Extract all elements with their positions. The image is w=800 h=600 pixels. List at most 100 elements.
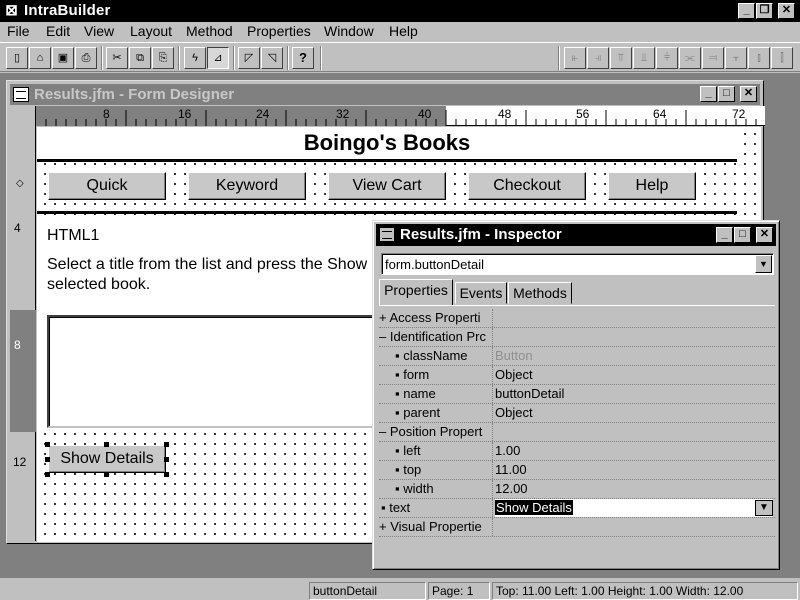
property-row-selected[interactable]: ▪ text Show Details ▼: [379, 499, 775, 518]
toolbar-separator: [233, 46, 235, 70]
selection-handle[interactable]: [45, 457, 50, 462]
paste-icon[interactable]: ⎘: [152, 47, 174, 69]
space-vertical-icon[interactable]: ⫿: [771, 47, 793, 69]
app-title: IntraBuilder: [24, 2, 111, 19]
selection-handle[interactable]: [104, 472, 109, 477]
inspector-minimize-button[interactable]: _: [716, 227, 733, 243]
property-value: [495, 518, 773, 536]
close-button[interactable]: ✕: [778, 3, 795, 19]
save-disk-icon[interactable]: ▣: [52, 47, 74, 69]
property-row[interactable]: ▪ top 11.00: [379, 461, 775, 480]
menu-properties[interactable]: Properties: [247, 23, 311, 39]
menu-view[interactable]: View: [84, 23, 114, 39]
property-row[interactable]: ▪ form Object: [379, 366, 775, 385]
inspector-grid-icon[interactable]: [379, 227, 395, 242]
tab-events[interactable]: Events: [455, 282, 507, 304]
align-right-icon[interactable]: ⫣: [587, 47, 609, 69]
designer-close-button[interactable]: ✕: [740, 86, 757, 102]
property-row[interactable]: – Identification Prc: [379, 328, 775, 347]
results-listbox[interactable]: [47, 315, 381, 428]
show-details-button[interactable]: Show Details: [48, 445, 166, 473]
property-row[interactable]: ▪ className Button: [379, 347, 775, 366]
align-bottom-icon[interactable]: ⫫: [633, 47, 655, 69]
property-row[interactable]: + Access Properti: [379, 309, 775, 328]
keyword-button[interactable]: Keyword: [188, 172, 306, 200]
app-window: ⊠ IntraBuilder _ ❐ ✕ File Edit View Layo…: [0, 0, 800, 600]
ruler-label: 8: [103, 107, 110, 121]
designer-maximize-button[interactable]: □: [718, 86, 735, 102]
open-folder-icon[interactable]: ⌂: [29, 47, 51, 69]
object-selector[interactable]: form.buttonDetail ▼: [381, 253, 774, 275]
align-top-icon[interactable]: ⫪: [610, 47, 632, 69]
minimize-button[interactable]: _: [738, 3, 755, 19]
nav-rule[interactable]: [37, 211, 737, 214]
help-icon[interactable]: ?: [292, 47, 314, 69]
chevron-down-icon[interactable]: ▼: [755, 255, 772, 273]
menu-method[interactable]: Method: [186, 23, 233, 39]
property-grid[interactable]: + Access Properti – Identification Prc ▪…: [379, 305, 775, 537]
property-value[interactable]: Show Details: [495, 500, 573, 515]
selection-handle[interactable]: [164, 472, 169, 477]
menu-help[interactable]: Help: [389, 23, 418, 39]
run-lightning-icon[interactable]: ϟ: [184, 47, 206, 69]
tab-methods[interactable]: Methods: [508, 282, 572, 304]
next-page-icon[interactable]: ◹: [261, 47, 283, 69]
property-value: [495, 423, 773, 441]
selection-handle[interactable]: [164, 457, 169, 462]
ruler-label: 40: [418, 107, 432, 121]
selection-handle[interactable]: [164, 442, 169, 447]
app-icon[interactable]: ⊠: [3, 3, 20, 19]
selection-handle[interactable]: [104, 442, 109, 447]
quick-button[interactable]: Quick: [48, 172, 166, 200]
center-horizontal-icon[interactable]: ⫘: [679, 47, 701, 69]
restore-button[interactable]: ❐: [756, 3, 773, 19]
toolbar-separator: [287, 46, 289, 70]
property-row[interactable]: + Visual Propertie: [379, 518, 775, 537]
property-row[interactable]: – Position Propert: [379, 423, 775, 442]
inspector-close-button[interactable]: ✕: [756, 227, 773, 243]
object-selector-value: form.buttonDetail: [385, 257, 484, 272]
view-cart-button[interactable]: View Cart: [328, 172, 446, 200]
app-titlebar[interactable]: ⊠ IntraBuilder _ ❐ ✕: [0, 0, 800, 22]
previous-page-icon[interactable]: ◸: [238, 47, 260, 69]
inspector-titlebar[interactable]: Results.jfm - Inspector _ □ ✕: [376, 224, 776, 246]
designer-titlebar[interactable]: Results.jfm - Form Designer _ □ ✕: [10, 84, 760, 105]
property-row[interactable]: ▪ left 1.00: [379, 442, 775, 461]
designer-minimize-button[interactable]: _: [700, 86, 717, 102]
selection-handle[interactable]: [45, 472, 50, 477]
ruler-label: 72: [732, 107, 746, 121]
instruction-text-line2[interactable]: selected book.: [47, 276, 150, 294]
form-heading[interactable]: Boingo's Books: [37, 130, 737, 156]
help-button[interactable]: Help: [608, 172, 696, 200]
html1-label[interactable]: HTML1: [47, 227, 99, 245]
new-file-icon[interactable]: ▯: [6, 47, 28, 69]
copy-icon[interactable]: ⧉: [129, 47, 151, 69]
menubar: File Edit View Layout Method Properties …: [0, 22, 800, 42]
cut-scissors-icon[interactable]: ✂: [106, 47, 128, 69]
property-name: ▪ parent: [379, 404, 493, 422]
ruler-label: 48: [498, 107, 512, 121]
same-height-icon[interactable]: ⫟: [725, 47, 747, 69]
inspector-maximize-button[interactable]: □: [734, 227, 751, 243]
menu-window[interactable]: Window: [324, 23, 374, 39]
space-horizontal-icon[interactable]: ⫾: [748, 47, 770, 69]
instruction-text-line1[interactable]: Select a title from the list and press t…: [47, 256, 367, 274]
menu-file[interactable]: File: [7, 23, 30, 39]
align-left-icon[interactable]: ⫦: [564, 47, 586, 69]
design-mode-icon[interactable]: ⊿: [207, 47, 229, 69]
selection-handle[interactable]: [45, 442, 50, 447]
menu-layout[interactable]: Layout: [130, 23, 172, 39]
property-row[interactable]: ▪ width 12.00: [379, 480, 775, 499]
property-value-editor[interactable]: Show Details: [495, 499, 773, 517]
print-icon[interactable]: ⎙: [75, 47, 97, 69]
property-row[interactable]: ▪ parent Object: [379, 404, 775, 423]
document-icon[interactable]: [13, 87, 29, 102]
center-vertical-icon[interactable]: ⫩: [656, 47, 678, 69]
same-width-icon[interactable]: ⫤: [702, 47, 724, 69]
heading-rule[interactable]: [37, 159, 737, 162]
property-row[interactable]: ▪ name buttonDetail: [379, 385, 775, 404]
menu-edit[interactable]: Edit: [46, 23, 70, 39]
tab-properties[interactable]: Properties: [379, 279, 453, 305]
checkout-button[interactable]: Checkout: [468, 172, 586, 200]
dropdown-arrow-icon[interactable]: ▼: [755, 500, 773, 516]
